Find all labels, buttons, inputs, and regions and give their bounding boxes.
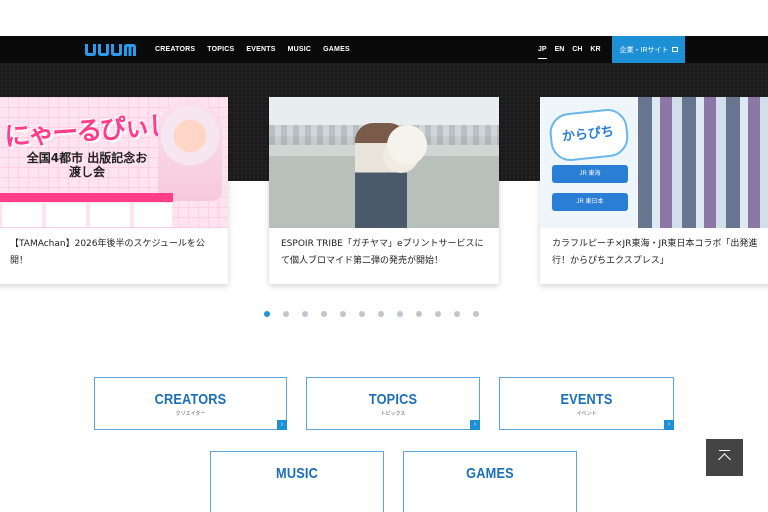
lang-jp[interactable]: JP — [538, 46, 547, 59]
slide-art-subtitle: 全国4都市 出版記念お渡し会 — [26, 151, 148, 179]
creator-photo — [158, 101, 222, 201]
slide-image — [269, 97, 499, 228]
nav-creators[interactable]: CREATORS — [155, 46, 195, 53]
category-title: CREATORS — [154, 391, 227, 408]
carousel-dot[interactable] — [283, 311, 289, 317]
info-box: JR 東日本 — [552, 193, 628, 211]
category-subtitle: イベント — [576, 411, 597, 417]
lang-en[interactable]: EN — [555, 46, 565, 53]
category-title: MUSIC — [276, 465, 318, 482]
carousel-slide[interactable]: ESPOIR TRIBE「ガチヤマ」eプリントサービスにて個人ブロマイド第二弾の… — [269, 97, 499, 284]
carousel-slide[interactable]: からぴち JR 東海 JR 東日本 カラフルピーチ×JR東海・JR東日本コラボ「… — [540, 97, 768, 284]
category-subtitle: クリエイター — [175, 411, 206, 417]
nav-games[interactable]: GAMES — [323, 46, 350, 53]
info-box: JR 東海 — [552, 165, 628, 183]
schedule-graphic — [2, 203, 172, 227]
slide-caption[interactable]: 【TAMAchan】2026年後半のスケジュールを公開！ — [10, 236, 216, 270]
category-title: GAMES — [466, 465, 514, 482]
lang-ch[interactable]: CH — [572, 46, 582, 53]
slide-image: からぴち JR 東海 JR 東日本 — [540, 97, 768, 228]
carousel-dot[interactable] — [435, 311, 441, 317]
category-music[interactable]: MUSIC — [210, 451, 384, 512]
carousel-dot[interactable] — [378, 311, 384, 317]
back-to-top-button[interactable] — [706, 439, 743, 476]
slide-art-title: からぴち — [561, 124, 615, 145]
carousel-slide[interactable]: にゃーるぴぃじっ！ 全国4都市 出版記念お渡し会 【TAMAchan】2026年… — [0, 97, 228, 284]
carousel-dot[interactable] — [359, 311, 365, 317]
slide-caption[interactable]: ESPOIR TRIBE「ガチヤマ」eプリントサービスにて個人ブロマイド第二弾の… — [281, 236, 487, 270]
external-link-icon — [671, 47, 678, 52]
info-box-label: JR 東日本 — [576, 199, 604, 205]
category-title: EVENTS — [560, 391, 613, 408]
carousel-dot[interactable] — [454, 311, 460, 317]
slide-art-logo: からぴち — [547, 107, 631, 163]
carousel-dot[interactable] — [340, 311, 346, 317]
chevron-right-icon: › — [470, 420, 480, 430]
corporate-site-label: 企業・IRサイト — [619, 46, 669, 54]
uuum-logo[interactable] — [84, 43, 136, 57]
top-bar-icon — [719, 450, 730, 451]
slide-caption[interactable]: カラフルピーチ×JR東海・JR東日本コラボ「出発進行！からぴちエクスプレス」 — [552, 236, 758, 270]
carousel-dot[interactable] — [321, 311, 327, 317]
category-subtitle: トピックス — [380, 411, 406, 417]
category-games[interactable]: GAMES — [403, 451, 577, 512]
chevron-right-icon: › — [664, 420, 674, 430]
language-switcher: JP EN CH KR — [538, 36, 601, 63]
lang-kr[interactable]: KR — [590, 46, 600, 53]
category-events[interactable]: EVENTS イベント › — [499, 377, 674, 430]
nav-topics[interactable]: TOPICS — [207, 46, 234, 53]
info-box-label: JR 東海 — [579, 171, 601, 177]
chevron-right-icon: › — [277, 420, 287, 430]
chevron-up-icon — [718, 453, 731, 466]
category-topics[interactable]: TOPICS トピックス › — [306, 377, 480, 430]
category-title: TOPICS — [368, 391, 418, 408]
nav-events[interactable]: EVENTS — [246, 46, 275, 53]
carousel-dot[interactable] — [397, 311, 403, 317]
corporate-site-button[interactable]: 企業・IRサイト — [612, 36, 685, 63]
carousel-dot[interactable] — [416, 311, 422, 317]
slide-image: にゃーるぴぃじっ！ 全国4都市 出版記念お渡し会 — [0, 97, 228, 228]
dog-photo — [387, 125, 427, 165]
carousel-dot[interactable] — [264, 311, 270, 317]
main-nav: CREATORS TOPICS EVENTS MUSIC GAMES — [155, 36, 350, 63]
category-creators[interactable]: CREATORS クリエイター › — [94, 377, 287, 430]
carousel-dot[interactable] — [302, 311, 308, 317]
nav-music[interactable]: MUSIC — [288, 46, 312, 53]
character-illustration — [638, 97, 768, 228]
carousel-dot[interactable] — [473, 311, 479, 317]
decorative-strip — [0, 193, 173, 202]
carousel-pagination — [264, 311, 479, 317]
